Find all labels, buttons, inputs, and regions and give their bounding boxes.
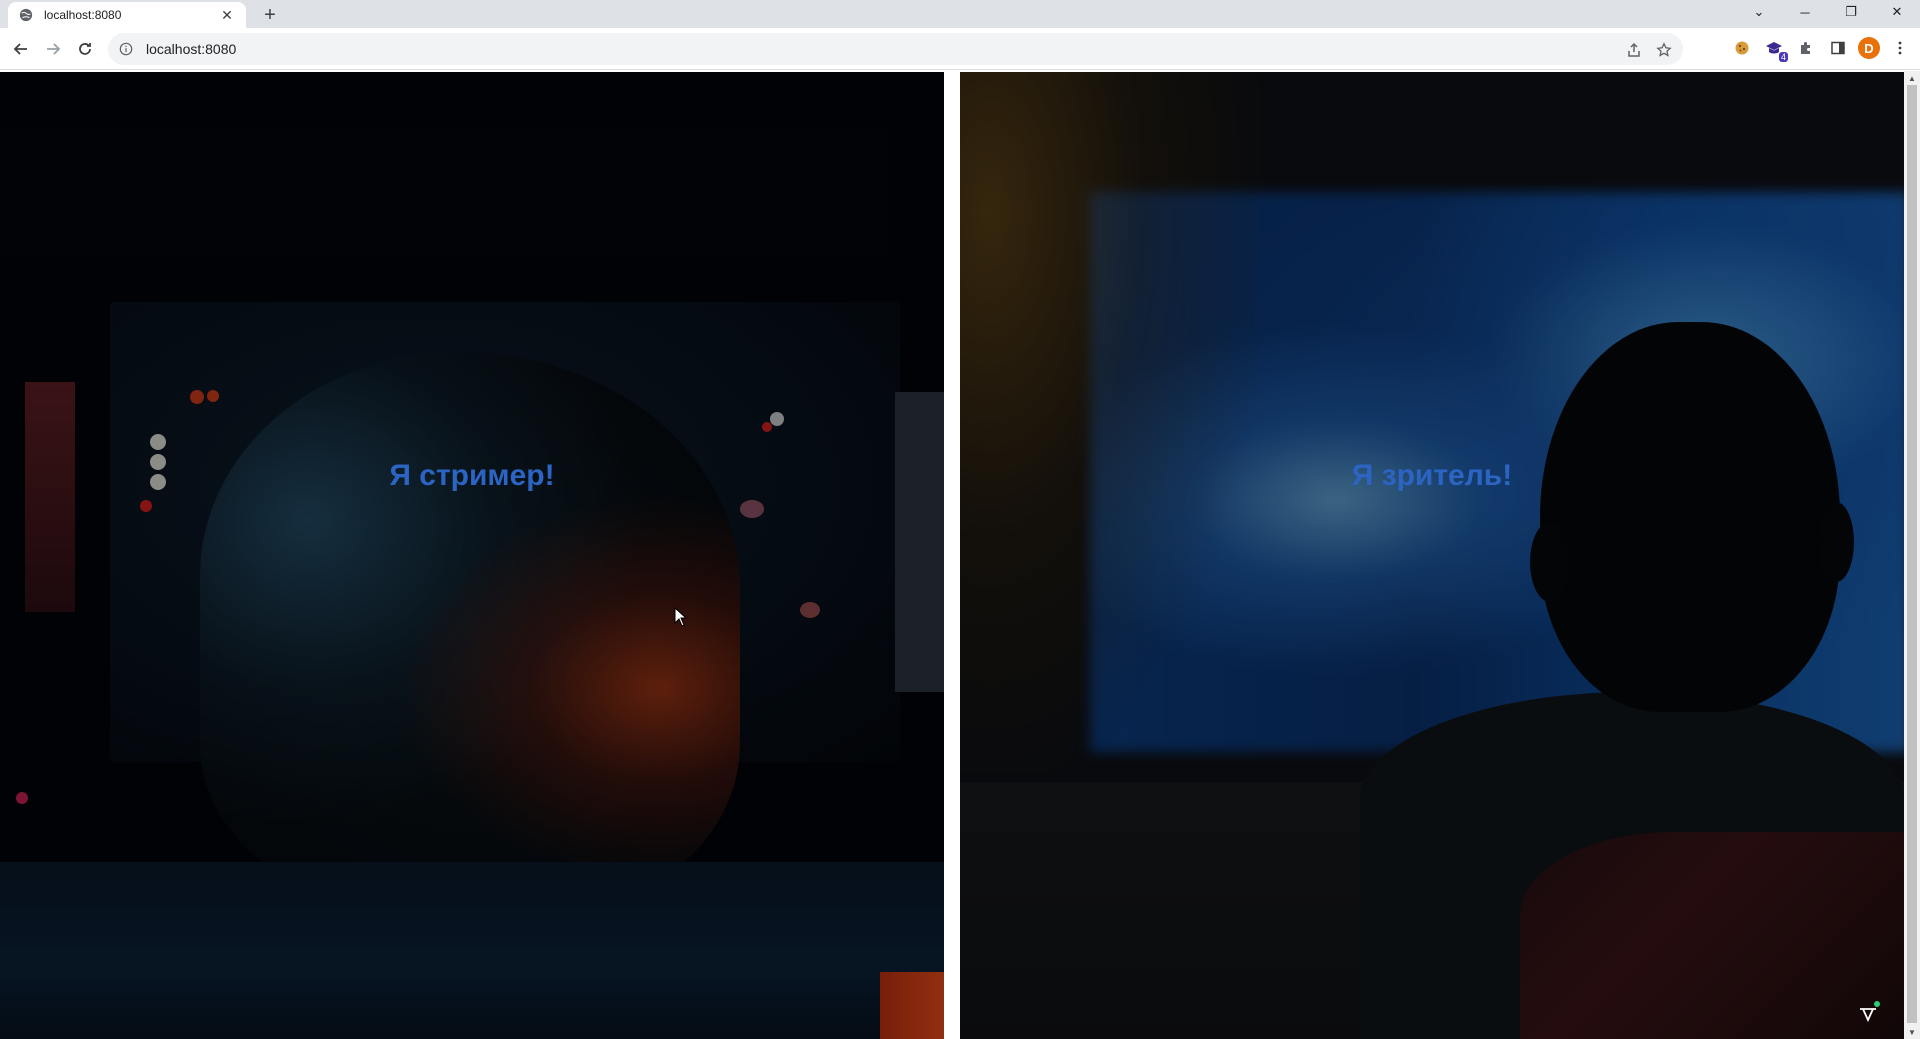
back-button[interactable] [8, 36, 34, 62]
arrow-left-icon [13, 43, 27, 55]
address-text: localhost:8080 [146, 41, 237, 57]
cookie-extension-icon[interactable] [1730, 36, 1754, 60]
restore-button[interactable]: ❐ [1828, 0, 1874, 24]
arrow-right-icon [47, 43, 61, 55]
viewer-title[interactable]: Я зритель! [1352, 459, 1512, 493]
globe-icon [18, 7, 34, 23]
streamer-dim-overlay [0, 72, 944, 1039]
tab-title: localhost:8080 [44, 8, 122, 22]
forward-button[interactable] [40, 36, 66, 62]
scrollbar-thumb[interactable] [1907, 85, 1917, 1023]
viewer-dim-overlay [960, 72, 1904, 1039]
omnibox-actions [1625, 41, 1673, 59]
graduation-cap-extension-icon[interactable]: 4 [1762, 36, 1788, 62]
reload-button[interactable] [72, 36, 98, 62]
reload-icon [79, 43, 91, 55]
streamer-card[interactable]: Я стример! [0, 72, 944, 1039]
viewer-card[interactable]: Я зритель! [960, 72, 1904, 1039]
streamer-title[interactable]: Я стример! [389, 459, 554, 493]
close-window-button[interactable]: ✕ [1874, 0, 1920, 24]
share-icon[interactable] [1625, 41, 1643, 59]
side-panel-icon[interactable] [1826, 36, 1850, 60]
new-tab-button[interactable]: + [258, 4, 282, 26]
chat-widget-icon [1860, 1008, 1876, 1023]
extensions-area: 4 D [1730, 36, 1912, 62]
info-icon[interactable] [118, 41, 134, 57]
bookmark-star-icon[interactable] [1655, 41, 1673, 59]
profile-avatar[interactable]: D [1858, 37, 1880, 59]
more-menu-icon[interactable] [1888, 36, 1912, 60]
extension-badge: 4 [1778, 52, 1788, 62]
address-bar[interactable]: localhost:8080 [108, 33, 1683, 65]
page-scrollbar[interactable]: ▲ ▼ [1904, 71, 1920, 1039]
page-viewport: Я стример! Я зритель! [0, 71, 1904, 1039]
tab-localhost[interactable]: localhost:8080 ✕ [8, 2, 246, 28]
browser-toolbar: localhost:8080 4 D [0, 28, 1920, 70]
mouse-cursor-icon [674, 606, 688, 632]
minimize-button[interactable]: ─ [1782, 0, 1828, 24]
tab-search-icon[interactable]: ⌄ [1736, 0, 1782, 24]
tab-close-icon[interactable]: ✕ [218, 6, 236, 24]
scroll-up-arrow-icon[interactable]: ▲ [1904, 71, 1920, 85]
online-status-dot [1874, 1001, 1880, 1007]
chat-widget-button[interactable] [1854, 1001, 1882, 1029]
window-controls: ⌄ ─ ❐ ✕ [1736, 0, 1920, 28]
puzzle-extensions-icon[interactable] [1794, 36, 1818, 60]
tab-strip: localhost:8080 ✕ + ⌄ ─ ❐ ✕ [0, 0, 1920, 28]
scroll-down-arrow-icon[interactable]: ▼ [1904, 1025, 1920, 1039]
